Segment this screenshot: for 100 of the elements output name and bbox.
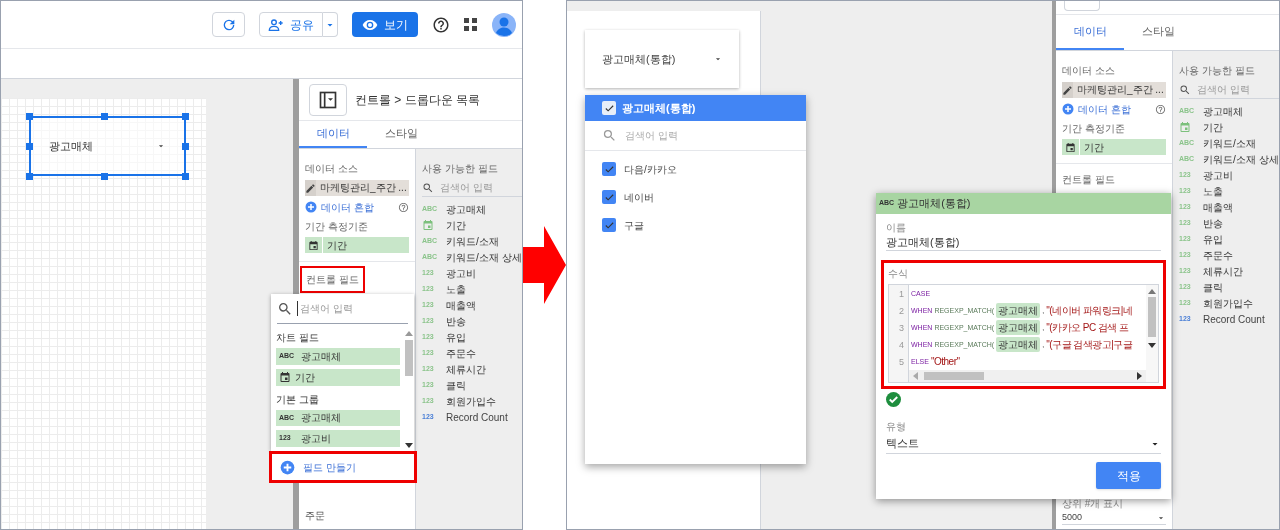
search-field[interactable]: 검색어 입력	[440, 180, 510, 195]
dropdown-control[interactable]: 광고매체	[29, 116, 186, 176]
apply-button[interactable]: 적용	[1096, 462, 1161, 489]
resize-handle[interactable]	[182, 143, 189, 150]
field-item[interactable]: 광고비	[446, 265, 476, 281]
field-item[interactable]: 주문수	[446, 345, 476, 361]
search-field[interactable]: 검색어 입력	[1197, 82, 1267, 97]
field-item[interactable]: 기간	[1203, 119, 1223, 135]
panel-tab[interactable]: 스타일	[1124, 15, 1192, 50]
field-item[interactable]: 키워드/소재 상세	[446, 249, 522, 265]
pencil-icon[interactable]	[1062, 84, 1073, 96]
field-item[interactable]: 키워드/소재	[446, 233, 499, 249]
pencil-icon[interactable]	[305, 182, 316, 194]
field-item[interactable]: 클릭	[1203, 279, 1223, 295]
field-label: 이름	[886, 221, 907, 235]
create-field-button[interactable]: 필드 만들기	[269, 451, 417, 483]
scroll-up-icon[interactable]	[1148, 288, 1156, 294]
avatar-icon[interactable]	[492, 12, 516, 37]
checkbox[interactable]	[602, 101, 616, 115]
name-field[interactable]: 광고매체(통합)	[886, 235, 1161, 251]
chart-type-button[interactable]	[309, 83, 347, 116]
person-add-icon	[268, 16, 284, 33]
field-item[interactable]: 키워드/소재	[1203, 135, 1256, 151]
section-label: 기간 측정기준	[1062, 122, 1126, 136]
panel-title: 컨트롤 > 드롭다운 목록	[355, 91, 480, 109]
blend-data-link[interactable]: 데이터 혼합	[1078, 101, 1131, 117]
vertical-scrollbar[interactable]	[1146, 285, 1158, 382]
resize-handle[interactable]	[26, 173, 33, 180]
checkbox[interactable]	[602, 190, 616, 204]
field-item[interactable]: 회원가입수	[1203, 295, 1253, 311]
checkbox[interactable]	[602, 162, 616, 176]
field-item[interactable]: 유입	[446, 329, 466, 345]
resize-handle[interactable]	[182, 113, 189, 120]
select-value: 텍스트	[886, 436, 919, 452]
apps-icon[interactable]	[464, 17, 478, 32]
option-label: 네이버	[624, 190, 654, 205]
field-item[interactable]: 반송	[446, 313, 466, 329]
field-item[interactable]: 매출액	[446, 297, 476, 313]
field-item[interactable]: 광고매체	[446, 201, 486, 217]
date-dimension-chip[interactable]: 기간	[305, 237, 409, 253]
scroll-up-icon[interactable]	[404, 330, 413, 336]
search-icon	[422, 181, 434, 194]
code-text: "(네이버 파워링크|네	[1046, 304, 1133, 318]
scrollbar-thumb[interactable]	[404, 340, 413, 376]
field-option[interactable]: 기간	[276, 368, 400, 386]
field-item[interactable]: 기간	[446, 217, 466, 233]
field-item[interactable]: 체류시간	[446, 361, 486, 377]
refresh-button[interactable]	[212, 12, 245, 37]
list-option[interactable]: 구글	[585, 211, 806, 239]
field-item[interactable]: 반송	[1203, 215, 1223, 231]
field-item[interactable]: Record Count	[446, 409, 508, 425]
field-item[interactable]: 클릭	[446, 377, 466, 393]
panel-tab[interactable]: 스타일	[367, 121, 435, 148]
field-label: 유형	[886, 420, 907, 434]
field-item[interactable]: 광고비	[1203, 167, 1233, 183]
scrollbar-thumb[interactable]	[1148, 297, 1156, 337]
field-item[interactable]: 회원가입수	[446, 393, 496, 409]
panel-tab[interactable]: 데이터	[299, 121, 367, 148]
field-item[interactable]: 광고매체	[1203, 103, 1243, 119]
view-button[interactable]: 보기	[352, 12, 418, 37]
scroll-left-icon[interactable]	[912, 372, 918, 380]
checkbox[interactable]	[602, 218, 616, 232]
top-n-select[interactable]: 5000	[1062, 511, 1166, 525]
section-label: 컨트롤 필드	[1062, 173, 1115, 187]
blend-data-link[interactable]: 데이터 혼합	[321, 199, 374, 215]
select-all-row[interactable]: 광고매체(통합)	[585, 95, 806, 121]
field-item[interactable]: 노출	[1203, 183, 1223, 199]
resize-handle[interactable]	[101, 113, 108, 120]
list-option[interactable]: 네이버	[585, 183, 806, 211]
field-chip: 광고매체	[996, 303, 1041, 318]
search-icon	[1179, 83, 1191, 96]
scroll-right-icon[interactable]	[1137, 372, 1143, 380]
field-item[interactable]: 키워드/소재 상세	[1203, 151, 1279, 167]
resize-handle[interactable]	[26, 143, 33, 150]
resize-handle[interactable]	[182, 173, 189, 180]
field-item[interactable]: 노출	[446, 281, 466, 297]
field-item[interactable]: 주문수	[1203, 247, 1233, 263]
panel-tab[interactable]: 데이터	[1056, 15, 1124, 50]
help-icon[interactable]	[432, 15, 450, 34]
list-option[interactable]: 다음/카카오	[585, 155, 806, 183]
field-item[interactable]: Record Count	[1203, 311, 1265, 327]
type-select[interactable]: 텍스트	[886, 434, 1161, 454]
horizontal-scrollbar[interactable]	[909, 370, 1146, 382]
dropdown-control[interactable]: 광고매체(통합)	[585, 30, 739, 88]
scroll-down-icon[interactable]	[1148, 343, 1156, 349]
data-source-chip[interactable]: 마케팅관리_주간 ...	[1062, 82, 1166, 98]
search-field[interactable]: 검색어 입력	[297, 301, 387, 316]
share-button[interactable]: 공유	[259, 12, 323, 37]
scrollbar-thumb[interactable]	[924, 372, 984, 380]
resize-handle[interactable]	[101, 173, 108, 180]
plus-icon	[305, 201, 317, 213]
date-dimension-chip[interactable]: 기간	[1062, 139, 1166, 155]
scroll-down-icon[interactable]	[404, 443, 413, 449]
field-item[interactable]: 매출액	[1203, 199, 1233, 215]
section-label: 데이터 소스	[1062, 64, 1116, 78]
data-source-chip[interactable]: 마케팅관리_주간 ...	[305, 180, 409, 196]
resize-handle[interactable]	[26, 113, 33, 120]
field-item[interactable]: 유입	[1203, 231, 1223, 247]
field-item[interactable]: 체류시간	[1203, 263, 1243, 279]
search-field[interactable]: 검색어 입력	[625, 128, 745, 143]
